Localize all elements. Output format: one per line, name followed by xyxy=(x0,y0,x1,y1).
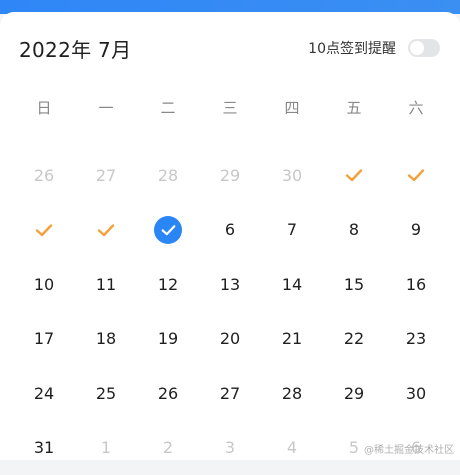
calendar-day[interactable]: 26 xyxy=(13,148,75,203)
calendar-day[interactable]: 3 xyxy=(199,421,261,475)
calendar-day[interactable]: 13 xyxy=(199,257,261,312)
calendar-day[interactable]: 30 xyxy=(261,148,323,203)
calendar-day-number: 24 xyxy=(34,384,54,403)
calendar-card: 2022年 7月 10点签到提醒 日一二三四五六 26 27 28 29 30 6 7 8 9 1… xyxy=(0,12,460,460)
calendar-day-number: 16 xyxy=(406,275,426,294)
calendar-day[interactable]: 28 xyxy=(261,366,323,421)
calendar-day[interactable]: 29 xyxy=(323,366,385,421)
calendar-day-number: 13 xyxy=(220,275,240,294)
calendar-day[interactable]: 20 xyxy=(199,312,261,367)
calendar-day-number: 5 xyxy=(349,438,359,457)
checkmark-icon xyxy=(345,168,363,182)
calendar-day-number: 6 xyxy=(225,220,235,239)
toggle-knob xyxy=(410,41,424,55)
calendar-day[interactable] xyxy=(385,148,447,203)
calendar-day[interactable] xyxy=(137,203,199,258)
weekday-label: 二 xyxy=(137,96,199,120)
calendar-day[interactable]: 18 xyxy=(75,312,137,367)
calendar-day-number: 8 xyxy=(349,220,359,239)
calendar-day-number: 17 xyxy=(34,329,54,348)
calendar-day[interactable]: 15 xyxy=(323,257,385,312)
calendar-day-number: 25 xyxy=(96,384,116,403)
calendar-day-number: 26 xyxy=(34,166,54,185)
calendar-day[interactable]: 28 xyxy=(137,148,199,203)
calendar-day-number: 14 xyxy=(282,275,302,294)
calendar-day[interactable]: 29 xyxy=(199,148,261,203)
calendar-day-number: 29 xyxy=(344,384,364,403)
calendar-day[interactable]: 17 xyxy=(13,312,75,367)
calendar-day-number: 12 xyxy=(158,275,178,294)
weekday-label: 六 xyxy=(385,96,447,120)
calendar-day-grid: 2627282930678910111213141516171819202122… xyxy=(13,148,447,475)
calendar-day[interactable]: 6 xyxy=(199,203,261,258)
weekday-label: 日 xyxy=(13,96,75,120)
calendar-day-number: 20 xyxy=(220,329,240,348)
weekday-header-row: 日一二三四五六 xyxy=(13,96,447,120)
weekday-label: 一 xyxy=(75,96,137,120)
calendar-day-number: 3 xyxy=(225,438,235,457)
calendar-day[interactable]: 24 xyxy=(13,366,75,421)
calendar-day-number: 18 xyxy=(96,329,116,348)
watermark: @稀土掘金技术社区 xyxy=(364,441,454,456)
calendar-day[interactable]: 25 xyxy=(75,366,137,421)
calendar-day-number: 29 xyxy=(220,166,240,185)
calendar-day-number: 21 xyxy=(282,329,302,348)
calendar-day[interactable]: 4 xyxy=(261,421,323,475)
remind-toggle[interactable] xyxy=(408,39,440,57)
checkmark-icon xyxy=(35,223,53,237)
calendar-day[interactable]: 27 xyxy=(75,148,137,203)
calendar-day[interactable]: 23 xyxy=(385,312,447,367)
calendar-day[interactable]: 10 xyxy=(13,257,75,312)
checkmark-icon xyxy=(97,223,115,237)
calendar-day-number: 30 xyxy=(406,384,426,403)
calendar-day-number: 11 xyxy=(96,275,116,294)
calendar-day-number: 28 xyxy=(282,384,302,403)
calendar-day[interactable] xyxy=(75,203,137,258)
calendar-day-number: 9 xyxy=(411,220,421,239)
calendar-day[interactable]: 27 xyxy=(199,366,261,421)
calendar-day[interactable]: 1 xyxy=(75,421,137,475)
calendar-day-number: 26 xyxy=(158,384,178,403)
calendar-day[interactable]: 2 xyxy=(137,421,199,475)
calendar-day-number: 19 xyxy=(158,329,178,348)
weekday-label: 四 xyxy=(261,96,323,120)
calendar-day-number: 30 xyxy=(282,166,302,185)
calendar-day[interactable]: 22 xyxy=(323,312,385,367)
calendar-day-number: 10 xyxy=(34,275,54,294)
selected-check-icon xyxy=(154,216,182,244)
calendar-day-number: 27 xyxy=(96,166,116,185)
month-title: 2022年 7月 xyxy=(19,34,131,63)
calendar-day[interactable] xyxy=(13,203,75,258)
remind-label: 10点签到提醒 xyxy=(308,38,396,58)
calendar-day-number: 7 xyxy=(287,220,297,239)
calendar-day[interactable]: 8 xyxy=(323,203,385,258)
calendar-day[interactable]: 14 xyxy=(261,257,323,312)
calendar-day[interactable]: 7 xyxy=(261,203,323,258)
calendar-day[interactable]: 31 xyxy=(13,421,75,475)
calendar-day-number: 15 xyxy=(344,275,364,294)
calendar-day[interactable]: 30 xyxy=(385,366,447,421)
weekday-label: 五 xyxy=(323,96,385,120)
weekday-label: 三 xyxy=(199,96,261,120)
calendar-day-number: 22 xyxy=(344,329,364,348)
calendar-day[interactable]: 21 xyxy=(261,312,323,367)
calendar-day-number: 2 xyxy=(163,438,173,457)
calendar-day-number: 28 xyxy=(158,166,178,185)
calendar-day[interactable] xyxy=(323,148,385,203)
calendar-day[interactable]: 9 xyxy=(385,203,447,258)
calendar-day-number: 27 xyxy=(220,384,240,403)
remind-setting: 10点签到提醒 xyxy=(308,38,440,58)
calendar-day-number: 1 xyxy=(101,438,111,457)
calendar-day[interactable]: 12 xyxy=(137,257,199,312)
calendar-day-number: 31 xyxy=(34,438,54,457)
checkmark-icon xyxy=(407,168,425,182)
calendar-day[interactable]: 16 xyxy=(385,257,447,312)
calendar-day[interactable]: 26 xyxy=(137,366,199,421)
calendar-day-number: 23 xyxy=(406,329,426,348)
calendar-day[interactable]: 11 xyxy=(75,257,137,312)
calendar-day[interactable]: 19 xyxy=(137,312,199,367)
calendar-day-number: 4 xyxy=(287,438,297,457)
